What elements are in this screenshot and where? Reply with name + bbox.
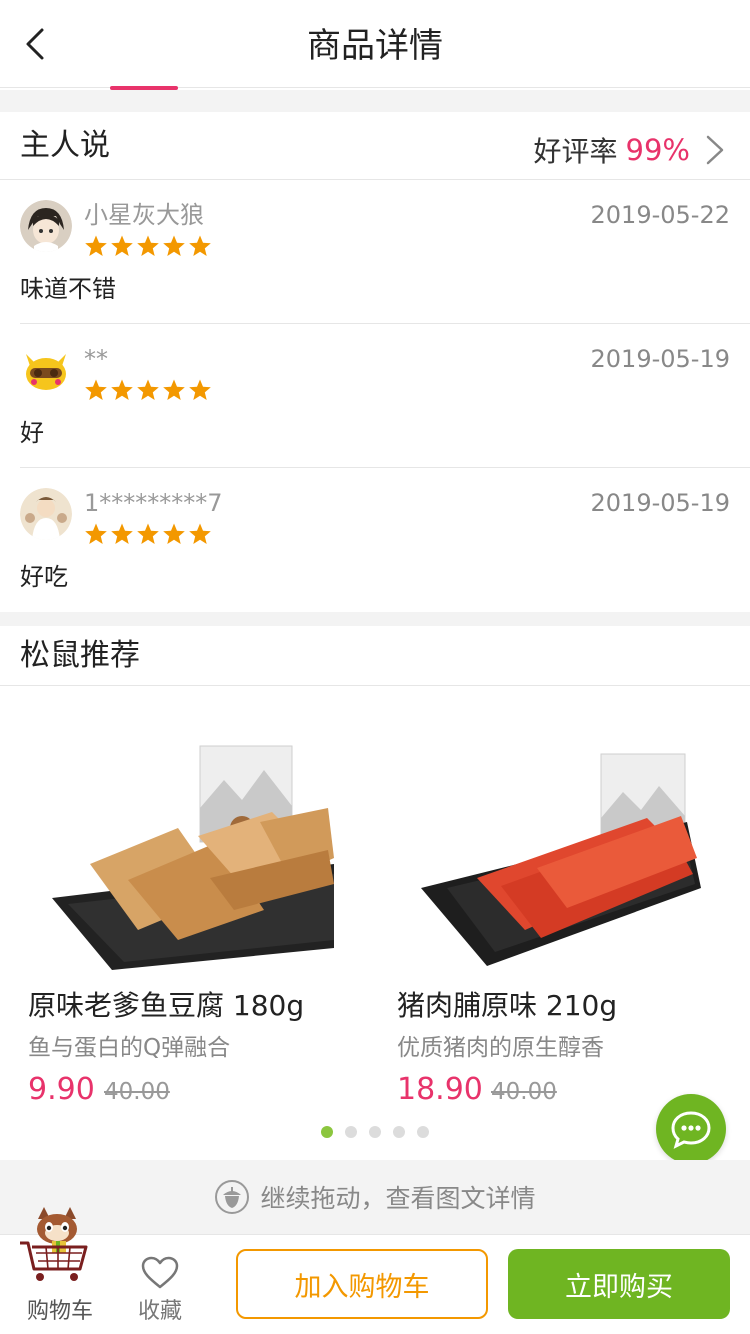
pager-dot[interactable] (345, 1126, 357, 1138)
favorite-label: 收藏 (137, 1299, 182, 1324)
carousel-pager[interactable] (0, 1126, 750, 1138)
star-rating (84, 234, 212, 258)
star-icon (137, 235, 159, 256)
product-price: 18.90 (397, 1072, 483, 1107)
avatar (20, 200, 72, 252)
heart-icon (141, 1256, 179, 1289)
pager-dot[interactable] (417, 1126, 429, 1138)
review-item: ** 2019-05-19 好 (0, 324, 750, 468)
pager-dot[interactable] (369, 1126, 381, 1138)
star-icon (111, 379, 133, 400)
star-icon (163, 235, 185, 256)
star-icon (85, 523, 107, 544)
rating-value: 99% (625, 133, 690, 167)
product-image (397, 708, 707, 978)
rating-summary[interactable]: 好评率 99% (534, 130, 726, 170)
acorn-icon (215, 1180, 250, 1214)
star-icon (111, 523, 133, 544)
product-subtitle: 优质猪肉的原生醇香 (397, 1035, 604, 1061)
star-icon (189, 523, 211, 544)
section-gap (0, 90, 750, 112)
star-rating (84, 378, 212, 402)
review-date: 2019-05-19 (590, 345, 730, 373)
review-date: 2019-05-22 (590, 201, 730, 229)
star-icon (111, 235, 133, 256)
reviewer-name: ** (84, 345, 108, 373)
review-text: 好吃 (20, 563, 68, 591)
continue-hint-text: 继续拖动，查看图文详情 (260, 1184, 536, 1213)
recommend-carousel[interactable]: 原味老爹鱼豆腐 180g 鱼与蛋白的Q弹融合 9.90 40.00 猪肉脯原味 … (0, 686, 750, 1160)
chevron-right-icon (706, 135, 724, 165)
star-rating (84, 522, 212, 546)
section-gap (0, 612, 750, 626)
bottom-action-bar: 购物车 收藏 加入购物车 立即购买 (0, 1207, 750, 1334)
review-text: 味道不错 (20, 275, 116, 303)
reviewer-name: 1*********7 (84, 489, 223, 517)
product-price: 9.90 (28, 1072, 95, 1107)
product-card[interactable]: 原味老爹鱼豆腐 180g 鱼与蛋白的Q弹融合 9.90 40.00 (28, 686, 358, 1126)
product-name: 猪肉脯原味 210g (397, 989, 618, 1022)
star-icon (137, 523, 159, 544)
product-original-price: 40.00 (491, 1079, 557, 1105)
product-card[interactable]: 猪肉脯原味 210g 优质猪肉的原生醇香 18.90 40.00 (397, 686, 727, 1126)
star-icon (163, 379, 185, 400)
avatar (20, 344, 72, 396)
recommend-title: 松鼠推荐 (20, 638, 140, 673)
product-subtitle: 鱼与蛋白的Q弹融合 (28, 1035, 231, 1061)
continue-drag-hint[interactable]: 继续拖动，查看图文详情 (0, 1160, 750, 1234)
review-item: 小星灰大狼 2019-05-22 味道不错 (0, 180, 750, 324)
review-text: 好 (20, 419, 44, 447)
squirrel-cart-icon (20, 1207, 88, 1281)
customer-service-button[interactable] (656, 1094, 726, 1164)
page-title: 商品详情 (307, 26, 443, 66)
avatar (20, 488, 72, 540)
star-icon (85, 379, 107, 400)
star-icon (163, 523, 185, 544)
product-original-price: 40.00 (104, 1079, 170, 1105)
recommend-header: 松鼠推荐 (0, 626, 750, 686)
review-date: 2019-05-19 (590, 489, 730, 517)
pager-dot[interactable] (321, 1126, 333, 1138)
reviewer-name: 小星灰大狼 (84, 201, 204, 229)
pager-dot[interactable] (393, 1126, 405, 1138)
star-icon (189, 235, 211, 256)
star-icon (85, 235, 107, 256)
reviews-title: 主人说 (20, 128, 110, 163)
product-image (28, 708, 338, 978)
review-item: 1*********7 2019-05-19 好吃 (0, 468, 750, 612)
cart-label: 购物车 (26, 1299, 93, 1324)
buy-now-button[interactable]: 立即购买 (508, 1249, 730, 1319)
star-icon (189, 379, 211, 400)
add-to-cart-button[interactable]: 加入购物车 (236, 1249, 488, 1319)
reviews-header[interactable]: 主人说 好评率 99% (0, 112, 750, 180)
rating-label: 好评率 (533, 135, 618, 168)
top-nav-bar: 商品详情 (0, 0, 750, 90)
chat-bubble-icon (671, 1111, 711, 1149)
star-icon (137, 379, 159, 400)
product-name: 原味老爹鱼豆腐 180g (28, 989, 305, 1022)
